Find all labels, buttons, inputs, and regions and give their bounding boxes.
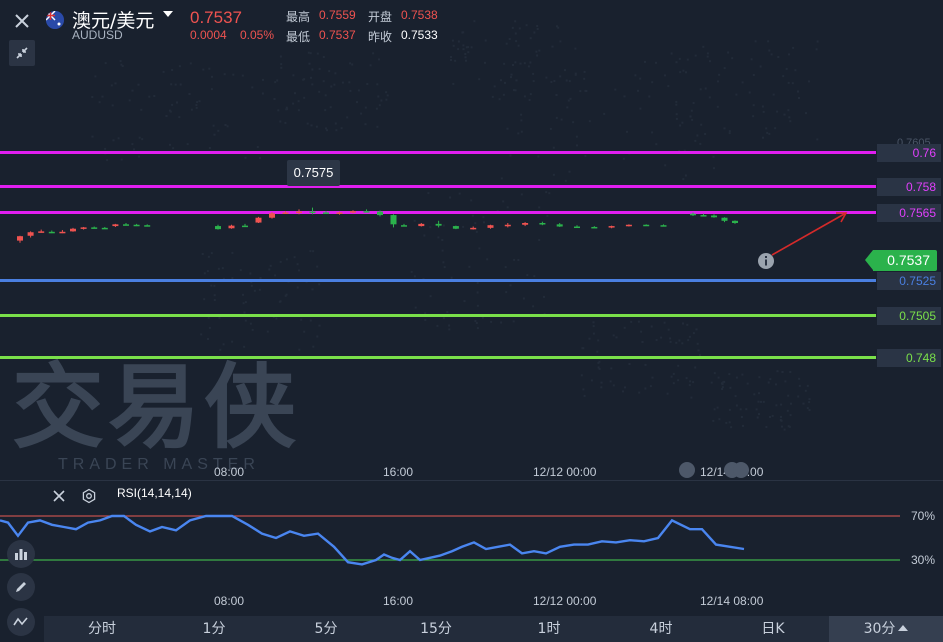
- scroll-dot-icon[interactable]: [733, 462, 749, 478]
- tab-timeframe-4h[interactable]: 4时: [639, 616, 683, 642]
- candle: [48, 230, 55, 234]
- candle: [390, 214, 397, 228]
- candle: [323, 211, 329, 214]
- rsi-upper-label: 70%: [911, 509, 936, 523]
- price-tooltip: 0.7575: [287, 160, 340, 186]
- tab-timeframe-daily[interactable]: 日K: [751, 616, 795, 642]
- candle: [38, 229, 45, 233]
- candle: [591, 226, 598, 229]
- scroll-dot-icon[interactable]: [679, 462, 695, 478]
- tab-timeframe-1m[interactable]: 1分: [192, 616, 236, 642]
- tab-timeframe-intraday[interactable]: 分时: [80, 616, 124, 642]
- candle: [350, 210, 356, 214]
- chevron-up-icon: [898, 625, 909, 631]
- candles-icon: [15, 549, 27, 560]
- rsi-chart[interactable]: [0, 481, 943, 616]
- candlestick-chart[interactable]: [0, 0, 943, 480]
- candle: [133, 223, 140, 227]
- time-axis-label: 16:00: [383, 465, 414, 479]
- wave-icon: [13, 617, 28, 626]
- time-axis-label: 08:00: [214, 465, 245, 479]
- rsi-time-axis-label: 12/14 08:00: [700, 594, 764, 608]
- candle: [504, 223, 511, 228]
- candle: [269, 212, 275, 219]
- pencil-icon: [16, 582, 26, 592]
- candle: [574, 225, 580, 229]
- rsi-time-axis-label: 16:00: [383, 594, 414, 608]
- tab-timeframe-5m[interactable]: 5分: [304, 616, 348, 642]
- tab-timeframe-30m-label: 30分: [863, 621, 896, 637]
- candle: [522, 222, 529, 227]
- candle: [80, 226, 87, 230]
- candle: [660, 224, 667, 227]
- candle: [70, 227, 76, 232]
- candle: [296, 209, 302, 215]
- indicator-button[interactable]: [7, 540, 35, 568]
- candle: [17, 235, 23, 243]
- candle: [228, 224, 235, 229]
- candle: [625, 224, 632, 227]
- candle: [690, 212, 696, 216]
- candle: [255, 216, 262, 223]
- candle: [59, 230, 66, 234]
- tab-timeframe-1h[interactable]: 1时: [527, 616, 571, 642]
- candle: [377, 210, 383, 217]
- candle: [732, 220, 738, 224]
- tab-timeframe-15m[interactable]: 15分: [414, 616, 458, 642]
- candle: [643, 224, 650, 227]
- candle: [309, 207, 316, 215]
- candle: [556, 223, 563, 227]
- candle: [700, 213, 707, 217]
- candle: [539, 221, 546, 226]
- candle: [282, 211, 289, 214]
- trend-tool-button[interactable]: [7, 608, 35, 636]
- candle: [91, 226, 98, 229]
- candle: [123, 223, 129, 226]
- candle: [112, 223, 119, 227]
- candle: [101, 226, 108, 230]
- candle: [418, 223, 425, 227]
- candle: [215, 224, 221, 230]
- rsi-time-axis-label: 12/12 00:00: [533, 594, 597, 608]
- time-axis-label: 12/12 00:00: [533, 465, 597, 479]
- rsi-line: [0, 514, 745, 566]
- candle: [711, 214, 717, 218]
- candle: [470, 226, 477, 230]
- candle: [435, 220, 442, 228]
- draw-button[interactable]: [7, 573, 35, 601]
- candle: [336, 211, 343, 215]
- rsi-time-axis-label: 08:00: [214, 594, 245, 608]
- candle: [721, 217, 728, 223]
- candle: [487, 224, 494, 229]
- candle: [144, 224, 151, 227]
- candle: [27, 231, 34, 238]
- candle: [363, 209, 370, 213]
- candle: [452, 225, 459, 230]
- info-icon[interactable]: [757, 252, 775, 270]
- chart-app: 交易侠 TRADER MASTER 澳元/美元 AUDUSD 0.7537 0.…: [0, 0, 943, 642]
- candle: [608, 225, 615, 229]
- rsi-lower-label: 30%: [911, 553, 936, 567]
- candle: [401, 223, 407, 227]
- tab-timeframe-30m[interactable]: 30分: [829, 616, 943, 642]
- timeframe-bar: [44, 616, 943, 642]
- candle: [242, 223, 248, 228]
